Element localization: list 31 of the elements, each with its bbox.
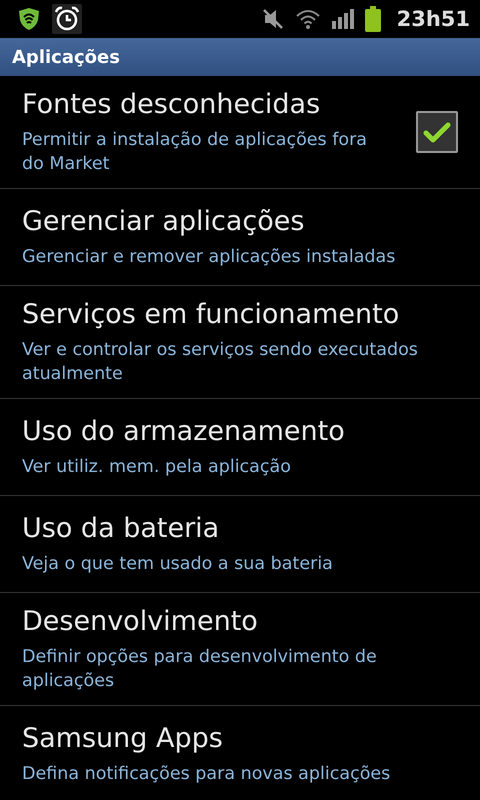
- setting-summary: Gerenciar e remover aplicações instaladas: [22, 246, 396, 269]
- setting-title: Gerenciar aplicações: [22, 205, 306, 239]
- alarm-clock-icon: [52, 4, 82, 34]
- checkbox[interactable]: [416, 111, 458, 153]
- setting-summary: Ver utiliz. mem. pela aplicação: [22, 456, 292, 479]
- settings-item[interactable]: Samsung Apps Defina notificações para novas aplicações: [0, 706, 480, 800]
- setting-title: Uso da bateria: [22, 512, 220, 546]
- battery-icon: [364, 6, 381, 32]
- mute-icon: [260, 7, 285, 31]
- settings-item[interactable]: Uso da bateria Veja o que tem usado a sua bateria: [0, 496, 480, 593]
- wifi-icon: [294, 8, 321, 30]
- settings-item[interactable]: Uso do armazenamento Ver utiliz. mem. pela aplicação: [0, 399, 480, 496]
- settings-item[interactable]: Gerenciar aplicações Gerenciar e remover aplicações instaladas: [0, 189, 480, 286]
- setting-title: Fontes desconhecidas: [22, 88, 322, 122]
- settings-item[interactable]: Serviços em funcionamento Ver e controlar os serviços sendo executados atualmente: [0, 286, 480, 399]
- setting-summary: Veja o que tem usado a sua bateria: [22, 553, 334, 576]
- setting-summary: Ver e controlar os serviços sendo executados atualmente: [22, 339, 419, 386]
- setting-title: Serviços em funcionamento: [22, 298, 400, 332]
- settings-item[interactable]: Desenvolvimento Definir opções para desenvolvimento de aplicações: [0, 593, 480, 706]
- setting-summary: Permitir a instalação de aplicações fora do Market: [22, 129, 368, 176]
- screen-title: Aplicações: [12, 46, 120, 68]
- setting-summary: Definir opções para desenvolvimento de aplicações: [22, 646, 378, 693]
- clock-time: 23h51: [396, 7, 470, 31]
- settings-item[interactable]: Fontes desconhecidas Permitir a instalação de aplicações fora do Market: [0, 76, 480, 189]
- setting-summary: Defina notificações para novas aplicações: [22, 763, 392, 786]
- checkmark-icon: [423, 121, 451, 143]
- shield-icon: [16, 6, 42, 32]
- signal-icon: [330, 8, 355, 30]
- setting-title: Uso do armazenamento: [22, 415, 346, 449]
- setting-title: Samsung Apps: [22, 722, 224, 756]
- setting-title: Desenvolvimento: [22, 605, 259, 639]
